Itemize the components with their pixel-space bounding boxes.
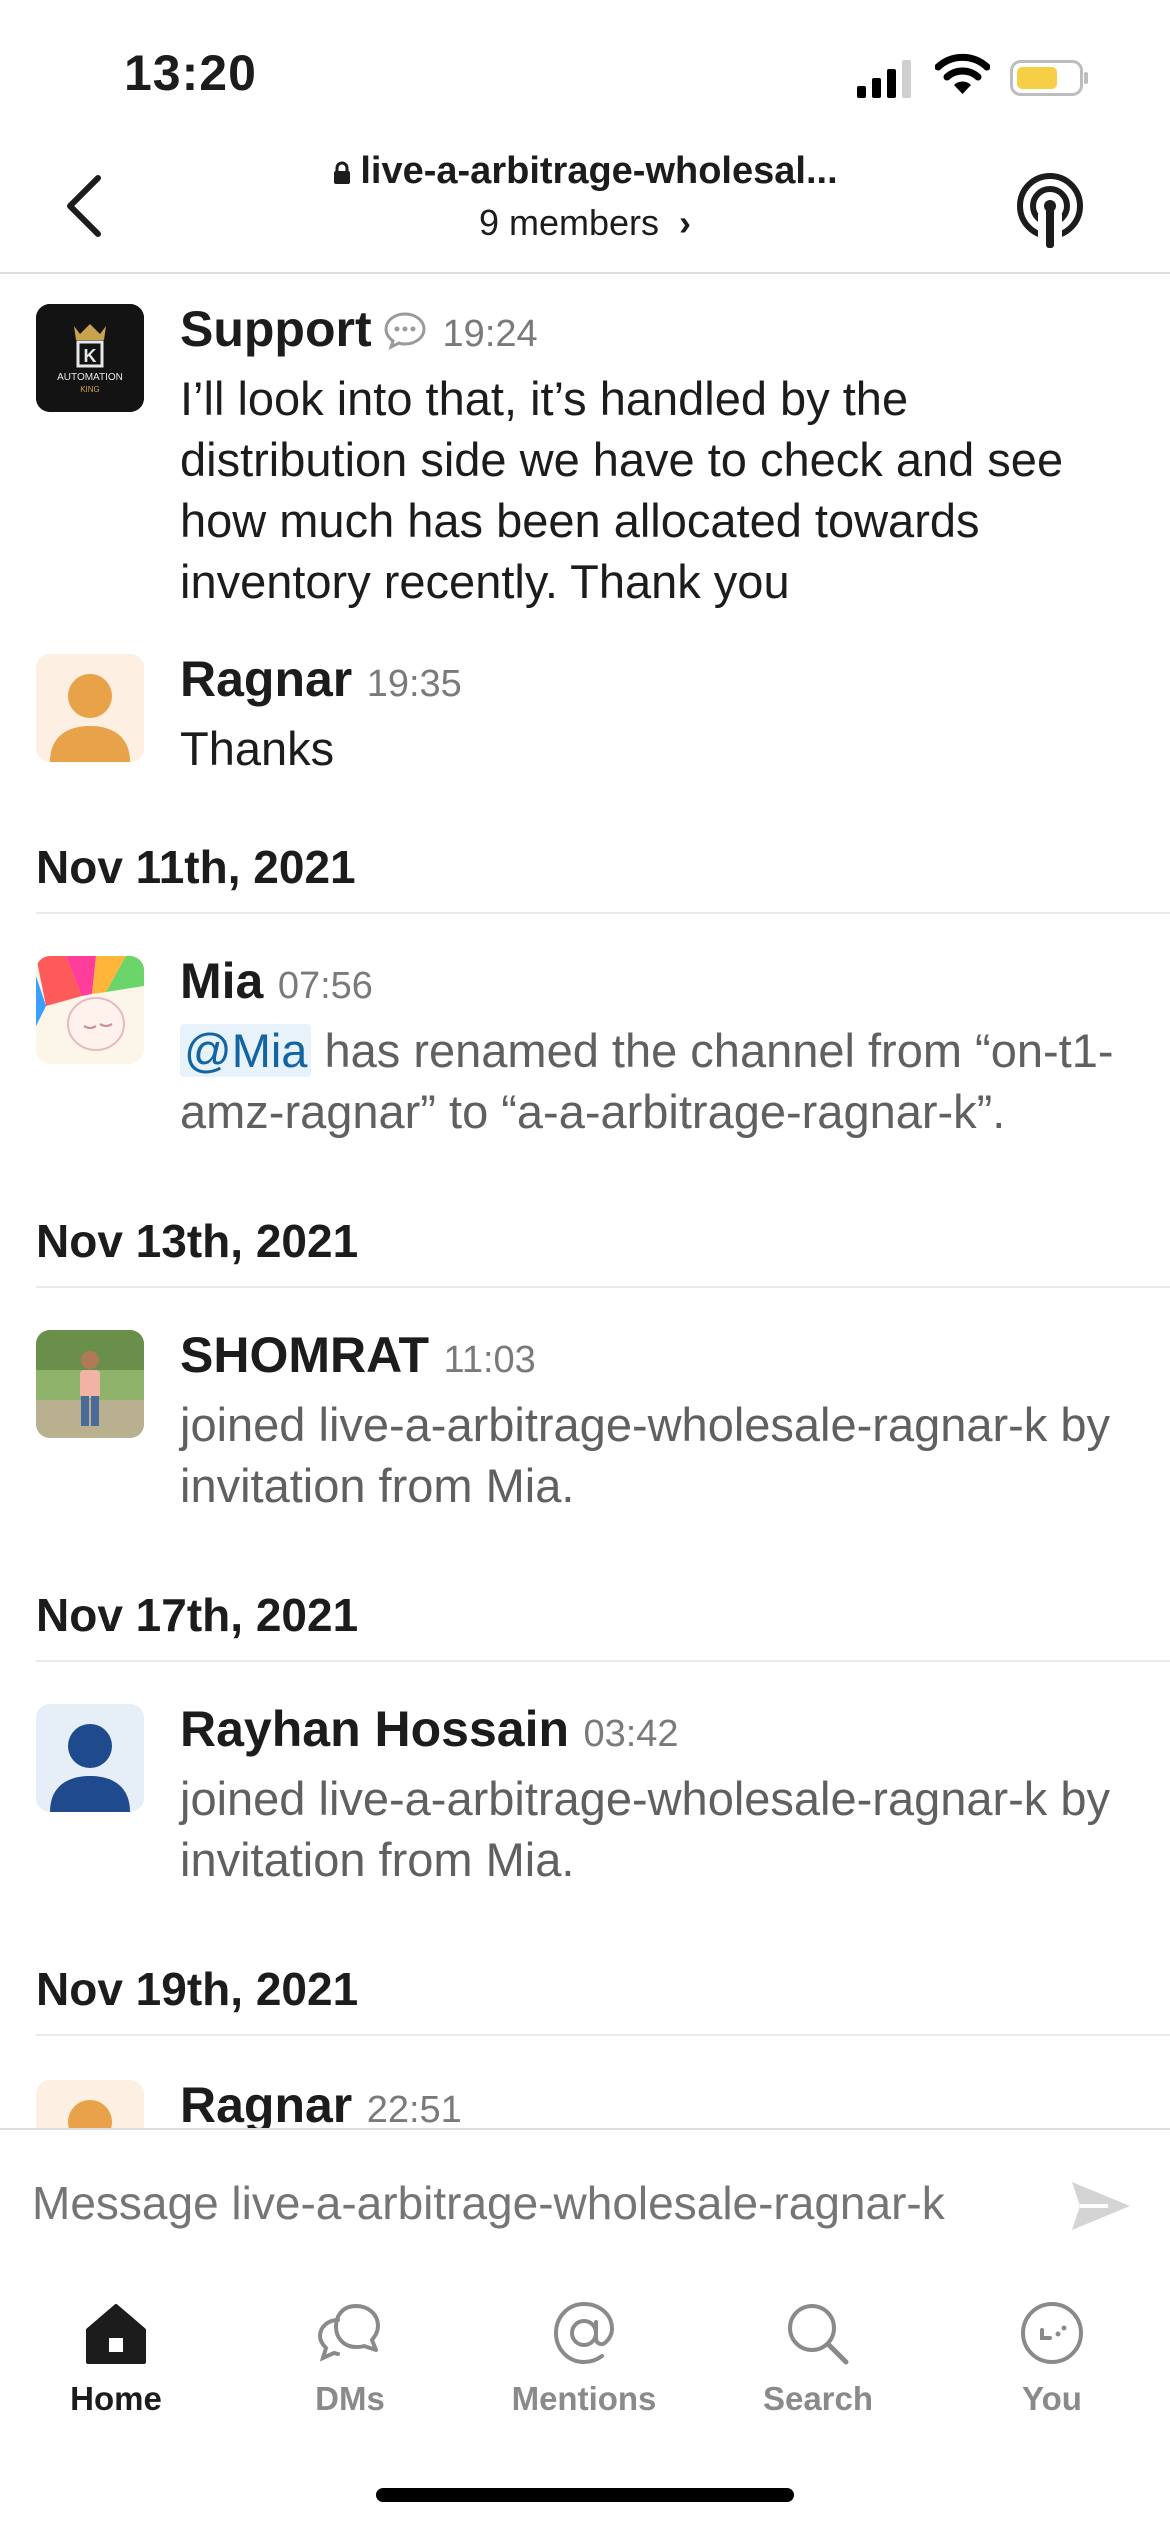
channel-name: live-a-arbitrage-wholesal...: [360, 150, 838, 192]
avatar[interactable]: K AUTOMATION KING: [36, 304, 144, 412]
message-header: Mia 07:56: [180, 952, 373, 1010]
message-header: SHOMRAT 11:03: [180, 1326, 536, 1384]
divider-line: [36, 1660, 1170, 1662]
members-count: 9 members: [478, 202, 660, 243]
mentions-icon: [553, 2301, 615, 2365]
back-chevron-icon[interactable]: [58, 170, 114, 242]
sender-name[interactable]: Rayhan Hossain: [180, 1701, 569, 1757]
message-header: Rayhan Hossain 03:42: [180, 1700, 679, 1758]
tab-label: Home: [70, 2380, 162, 2417]
home-indicator: [376, 2488, 794, 2502]
sender-name[interactable]: Mia: [180, 953, 263, 1009]
default-user-icon: [36, 2080, 144, 2128]
status-bar: 13:20: [0, 0, 1170, 140]
photo-avatar-icon: [36, 1330, 144, 1438]
date-divider: Nov 13th, 2021: [36, 1215, 359, 1267]
send-icon[interactable]: [1068, 2178, 1134, 2234]
automation-king-logo-icon: K AUTOMATION KING: [36, 304, 144, 412]
message-header: Support 19:24: [180, 300, 538, 358]
default-user-icon: [36, 1704, 144, 1812]
message-time: 22:51: [366, 2089, 462, 2128]
home-icon: [86, 2304, 146, 2364]
message-text: @Mia has renamed the channel from “on-t1…: [180, 1020, 1140, 1142]
user-mention[interactable]: @Mia: [180, 1024, 312, 1077]
message-text: joined live-a-arbitrage-wholesale-ragnar…: [180, 1398, 1110, 1512]
message-text: Thanks: [180, 722, 335, 775]
message-time: 07:56: [277, 965, 373, 1007]
app-bot-badge-icon: [384, 312, 426, 350]
channel-title[interactable]: live-a-arbitrage-wholesal...: [240, 150, 930, 193]
message-header: Ragnar 19:35: [180, 650, 462, 708]
tab-home[interactable]: Home: [16, 2300, 216, 2418]
chevron-right-icon: ›: [679, 202, 692, 243]
tab-mentions[interactable]: Mentions: [484, 2300, 684, 2418]
divider-line: [36, 912, 1170, 914]
avatar[interactable]: [36, 654, 144, 762]
divider-line: [36, 1286, 1170, 1288]
message-text: joined live-a-arbitrage-wholesale-ragnar…: [180, 1772, 1110, 1886]
tab-you[interactable]: You: [952, 2300, 1152, 2418]
status-time: 13:20: [124, 45, 257, 101]
tab-label: You: [1022, 2380, 1082, 2417]
svg-text:KING: KING: [80, 385, 100, 394]
wifi-icon: [935, 53, 990, 94]
sender-name[interactable]: Ragnar: [180, 2077, 352, 2128]
channel-header: live-a-arbitrage-wholesal... 9 members ›: [0, 140, 1170, 274]
cellular-signal-icon: [857, 60, 911, 98]
avatar[interactable]: [36, 1330, 144, 1438]
default-user-icon: [36, 654, 144, 762]
huddle-headphones-icon[interactable]: [1010, 170, 1090, 250]
message-time: 11:03: [443, 1339, 536, 1381]
message-composer: [0, 2128, 1170, 2284]
message-list[interactable]: K AUTOMATION KING Support 19:24 I’ll loo…: [0, 274, 1170, 2128]
message-time: 19:35: [366, 663, 462, 705]
tab-search[interactable]: Search: [718, 2300, 918, 2418]
message-time: 03:42: [583, 1713, 679, 1755]
members-link[interactable]: 9 members ›: [240, 202, 930, 244]
tab-label: DMs: [315, 2380, 385, 2417]
message-input[interactable]: [32, 2176, 1032, 2230]
avatar[interactable]: [36, 956, 144, 1064]
date-divider: Nov 19th, 2021: [36, 1963, 359, 2015]
rename-text: has renamed the channel from “on-t1-amz-…: [180, 1024, 1114, 1138]
tab-dms[interactable]: DMs: [250, 2300, 450, 2418]
dms-icon: [317, 2304, 380, 2362]
sender-name[interactable]: Ragnar: [180, 651, 352, 707]
message-header: Ragnar 22:51: [180, 2076, 462, 2128]
svg-text:K: K: [84, 346, 97, 366]
svg-text:AUTOMATION: AUTOMATION: [57, 372, 123, 383]
tab-label: Search: [762, 2380, 874, 2417]
you-icon: [1021, 2302, 1083, 2364]
rainbow-avatar-icon: [36, 956, 144, 1064]
avatar[interactable]: [36, 1704, 144, 1812]
sender-name[interactable]: Support: [180, 301, 372, 357]
tab-label: Mentions: [511, 2380, 657, 2417]
lock-icon: [334, 161, 351, 184]
message-text: I’ll look into that, it’s handled by the…: [180, 372, 1064, 608]
message-time: 19:24: [442, 313, 538, 355]
battery-icon: [1010, 60, 1088, 96]
search-icon: [788, 2304, 849, 2365]
date-divider: Nov 17th, 2021: [36, 1589, 359, 1641]
date-divider: Nov 11th, 2021: [36, 841, 356, 893]
divider-line: [36, 2034, 1170, 2036]
sender-name[interactable]: SHOMRAT: [180, 1327, 429, 1383]
avatar[interactable]: [36, 2080, 144, 2128]
